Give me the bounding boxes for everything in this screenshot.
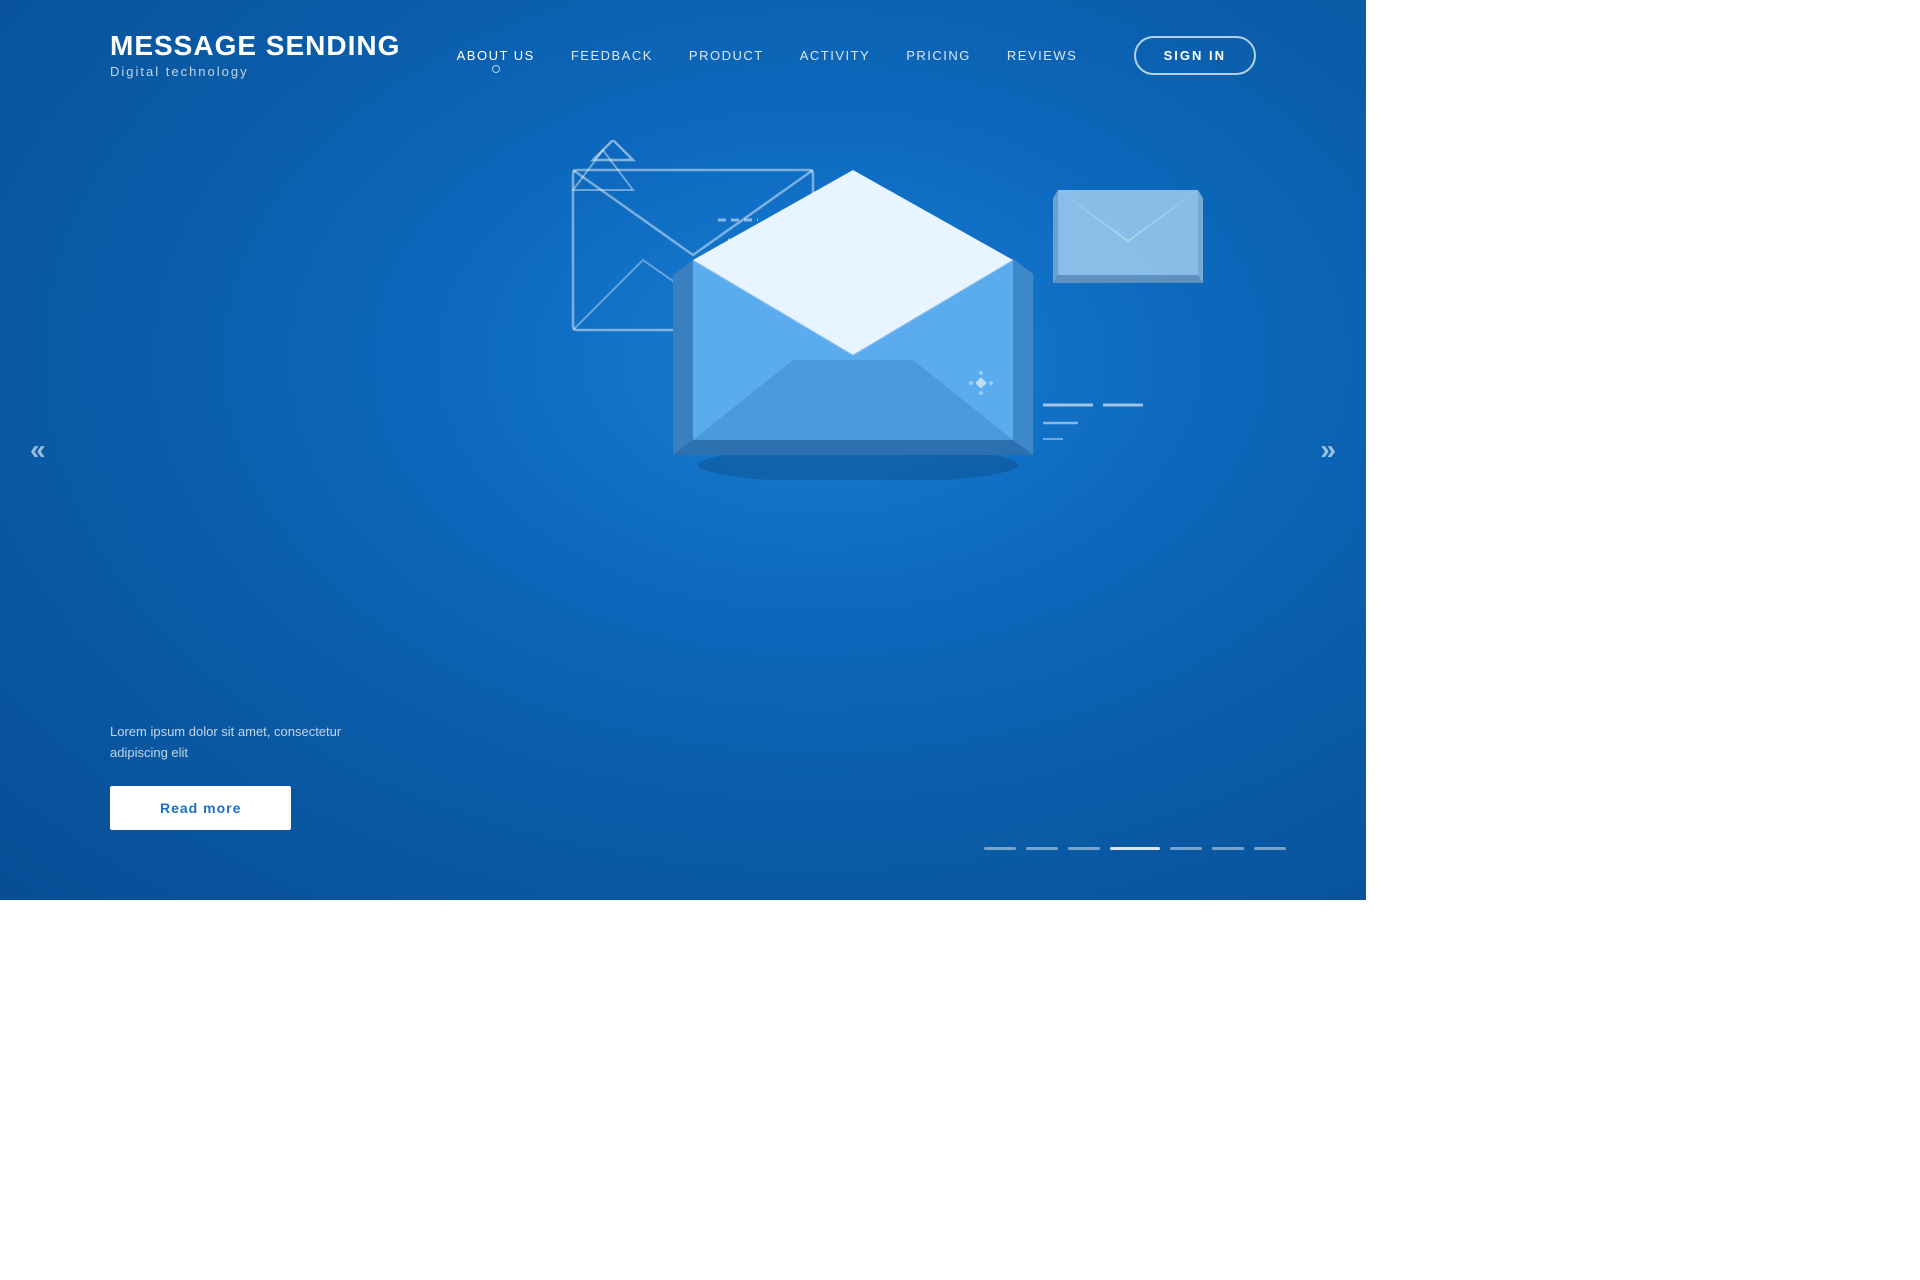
nav-link-activity[interactable]: ACTIVITY <box>800 48 871 63</box>
hero-section: MESSAGE SENDING Digital technology ABOUT… <box>0 0 1366 900</box>
logo: MESSAGE SENDING Digital technology <box>110 32 400 79</box>
nav-item-pricing[interactable]: PRICING <box>906 47 971 65</box>
envelope-main-icon <box>663 160 1043 480</box>
read-more-button[interactable]: Read more <box>110 786 291 830</box>
nav-links: ABOUT US FEEDBACK PRODUCT ACTIVITY PRICI… <box>457 47 1078 65</box>
nav-item-feedback[interactable]: FEEDBACK <box>571 47 653 65</box>
dash-4 <box>1170 847 1202 850</box>
nav-item-reviews[interactable]: REVIEWS <box>1007 47 1077 65</box>
logo-subtitle: Digital technology <box>110 64 400 79</box>
dash-3 <box>1068 847 1100 850</box>
sign-in-button[interactable]: SIGN IN <box>1134 36 1256 75</box>
dash-active <box>1110 847 1160 850</box>
nav-link-feedback[interactable]: FEEDBACK <box>571 48 653 63</box>
nav-link-pricing[interactable]: PRICING <box>906 48 971 63</box>
next-button[interactable]: » <box>1320 434 1336 466</box>
nav-link-reviews[interactable]: REVIEWS <box>1007 48 1077 63</box>
navbar: MESSAGE SENDING Digital technology ABOUT… <box>0 0 1366 79</box>
decorative-diamond <box>969 371 993 400</box>
nav-link-product[interactable]: PRODUCT <box>689 48 764 63</box>
envelope-small-icon <box>1053 160 1203 290</box>
hero-body-text: Lorem ipsum dolor sit amet, consectetur … <box>110 722 390 764</box>
logo-title: MESSAGE SENDING <box>110 32 400 60</box>
nav-item-about-us[interactable]: ABOUT US <box>457 47 535 65</box>
hero-cta: Lorem ipsum dolor sit amet, consectetur … <box>110 722 390 830</box>
dash-1 <box>984 847 1016 850</box>
envelope-illustration <box>543 60 1243 710</box>
dash-6 <box>1254 847 1286 850</box>
decorative-lines <box>1043 395 1163 460</box>
dashed-progress-line <box>984 847 1286 850</box>
prev-button[interactable]: « <box>30 434 46 466</box>
nav-link-about-us[interactable]: ABOUT US <box>457 48 535 63</box>
dash-5 <box>1212 847 1244 850</box>
nav-item-activity[interactable]: ACTIVITY <box>800 47 871 65</box>
dash-2 <box>1026 847 1058 850</box>
nav-item-product[interactable]: PRODUCT <box>689 47 764 65</box>
